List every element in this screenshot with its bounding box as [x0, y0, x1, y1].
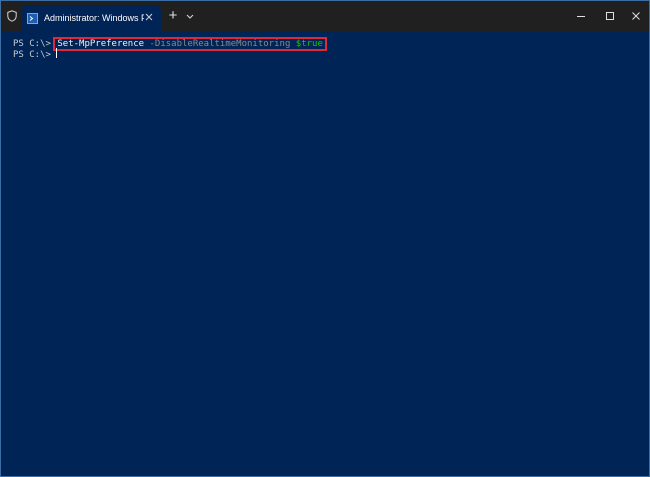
tab-administrator-powershell[interactable]: Administrator: Windows Powe [21, 5, 161, 31]
close-icon [145, 13, 153, 21]
terminal-line-1: PS C:\> Set-MpPreference -DisableRealtim… [13, 37, 649, 51]
terminal-output[interactable]: PS C:\> Set-MpPreference -DisableRealtim… [1, 31, 649, 476]
command-parameter: -DisableRealtimeMonitoring [144, 39, 296, 49]
cmdlet-name: Set-MpPreference [57, 39, 145, 49]
text-cursor [56, 48, 58, 58]
close-window-button[interactable] [621, 1, 649, 31]
chevron-down-icon [186, 14, 194, 19]
close-tab-button[interactable] [143, 11, 155, 23]
close-icon [632, 12, 640, 20]
title-bar[interactable]: Administrator: Windows Powe + [1, 1, 649, 31]
tab-title: Administrator: Windows Powe [44, 13, 144, 23]
minimize-icon [577, 16, 585, 17]
powershell-icon [27, 12, 38, 24]
terminal-window: Administrator: Windows Powe + [0, 0, 650, 477]
shield-icon [5, 8, 19, 24]
maximize-icon [606, 12, 614, 20]
minimize-button[interactable] [566, 1, 596, 31]
new-tab-button[interactable]: + [164, 7, 182, 25]
command-value: $true [295, 39, 323, 49]
highlighted-command: Set-MpPreference -DisableRealtimeMonitor… [53, 37, 327, 51]
tab-dropdown-button[interactable] [183, 7, 197, 25]
prompt: PS C:\> [13, 50, 57, 60]
